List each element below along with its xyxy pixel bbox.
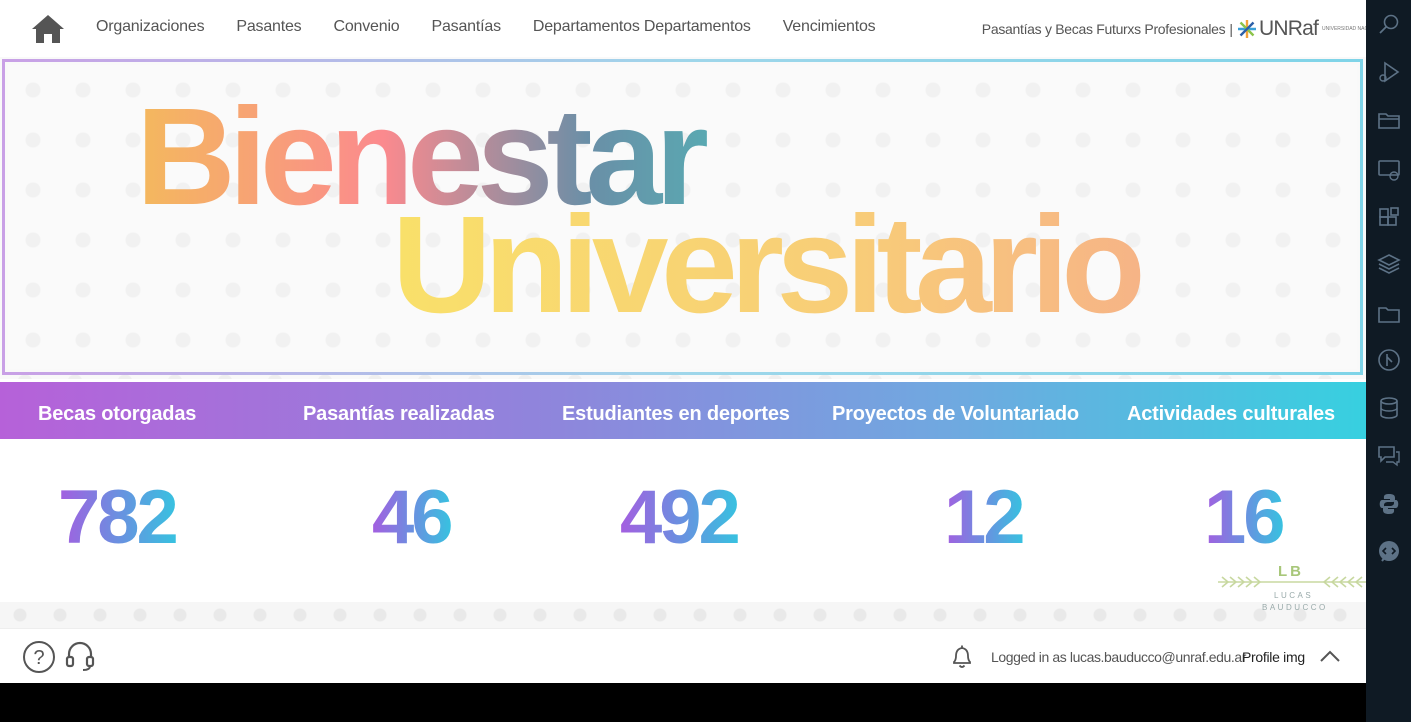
hero-line-2: Universitario (392, 188, 1140, 342)
stat-value-pasantias: 46 (372, 475, 451, 560)
explorer-icon[interactable] (1377, 108, 1401, 132)
unraf-subtitle: UNIVERSIDAD NACIONAL DE RAFAELA (1322, 26, 1366, 32)
stat-label-deportes: Estudiantes en deportes (562, 403, 790, 425)
python-icon[interactable] (1377, 492, 1401, 516)
watermark-initials: LB (1278, 563, 1304, 580)
extensions-icon[interactable] (1377, 206, 1401, 230)
search-icon[interactable] (1377, 12, 1401, 36)
nav-item-vencimientos[interactable]: Vencimientos (783, 18, 876, 36)
bottom-bar: ? Logged in as lucas.bauducco@unraf.edu.… (0, 628, 1366, 683)
watermark-line-1: LUCAS (1274, 591, 1313, 600)
nav-item-pasantes[interactable]: Pasantes (236, 18, 301, 36)
nav-item-convenio[interactable]: Convenio (334, 18, 400, 36)
watermark-line-2: BAUDUCCO (1262, 603, 1328, 612)
stat-value-becas: 782 (58, 475, 177, 560)
stat-label-culturales: Actividades culturales (1127, 403, 1335, 425)
home-icon[interactable] (30, 13, 66, 45)
app-window: Organizaciones Pasantes Convenio Pasantí… (0, 0, 1366, 683)
top-navbar: Organizaciones Pasantes Convenio Pasantí… (0, 0, 1366, 57)
chevron-up-icon[interactable] (1318, 647, 1342, 665)
brand-area: Pasantías y Becas Futurxs Profesionales … (982, 14, 1366, 44)
pattern-strip (0, 602, 1366, 628)
headset-icon[interactable] (64, 640, 96, 672)
svg-text:?: ? (33, 647, 44, 669)
unraf-wordmark: UNRaf (1258, 17, 1319, 40)
stat-value-deportes: 492 (620, 475, 739, 560)
nav-menu: Organizaciones Pasantes Convenio Pasantí… (96, 18, 907, 36)
nav-item-pasantias[interactable]: Pasantías (432, 18, 502, 36)
nav-item-organizaciones[interactable]: Organizaciones (96, 18, 205, 36)
stat-label-voluntariado: Proyectos de Voluntariado (832, 403, 1079, 425)
profile-link[interactable]: Profile img (1242, 649, 1305, 665)
nav-item-departamentos[interactable]: Departamentos Departamentos (533, 18, 751, 36)
stat-value-culturales: 16 (1204, 475, 1283, 560)
stats-label-bar: Becas otorgadas Pasantías realizadas Est… (0, 382, 1366, 439)
help-icon[interactable]: ? (22, 640, 56, 674)
brand-text: Pasantías y Becas Futurxs Profesionales (981, 21, 1226, 37)
bell-icon[interactable] (950, 644, 974, 670)
hero-banner: Bienestar Universitario (0, 57, 1366, 379)
git-icon[interactable] (1377, 348, 1401, 372)
brand-separator: | (1229, 21, 1233, 37)
chat-icon[interactable] (1377, 444, 1401, 468)
database-icon[interactable] (1377, 396, 1401, 420)
logged-in-text: Logged in as lucas.bauducco@unraf.edu.ar (991, 649, 1247, 665)
run-debug-icon[interactable] (1377, 60, 1401, 84)
remote-icon[interactable] (1377, 158, 1401, 182)
code-review-icon[interactable] (1377, 540, 1401, 564)
folder-icon[interactable] (1377, 302, 1401, 326)
activity-bar (1366, 0, 1411, 722)
stat-label-becas: Becas otorgadas (38, 403, 197, 425)
stats-numbers: 782 46 492 12 16 (0, 439, 1366, 602)
hero-title: Bienestar Universitario (136, 80, 1148, 342)
layers-icon[interactable] (1377, 252, 1401, 276)
stat-label-pasantias: Pasantías realizadas (303, 403, 495, 425)
stat-numbers-svg: 782 46 492 12 16 (58, 475, 1286, 560)
stat-value-voluntariado: 12 (944, 475, 1023, 560)
unraf-logo: UNRaf UNIVERSIDAD NACIONAL DE RAFAELA (1237, 17, 1366, 41)
unraf-star-icon (1237, 20, 1256, 38)
author-watermark: LB LUCAS BAUDUCCO (1218, 563, 1366, 612)
